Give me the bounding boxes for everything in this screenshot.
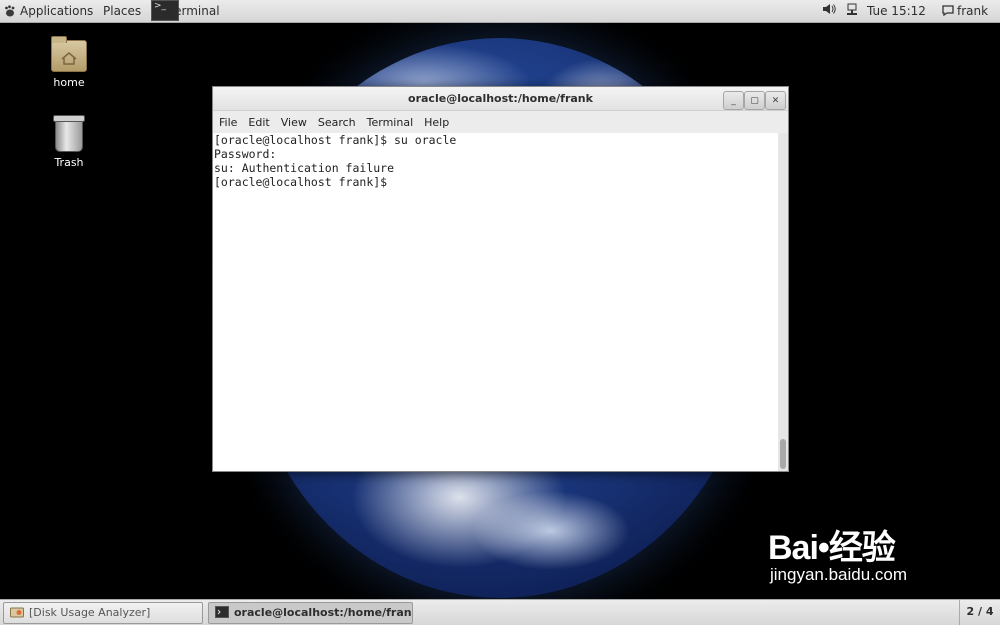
terminal-icon: [215, 606, 229, 618]
user-name: frank: [957, 4, 989, 18]
window-controls: _ ▢ ✕: [723, 88, 786, 110]
volume-icon[interactable]: [822, 3, 836, 19]
taskbar-item-label: [Disk Usage Analyzer]: [29, 606, 151, 619]
menu-help[interactable]: Help: [418, 111, 454, 129]
terminal-scrollbar[interactable]: [778, 133, 788, 471]
network-icon[interactable]: [846, 3, 858, 20]
folder-home-icon: [51, 36, 87, 72]
applications-label: Applications: [20, 4, 94, 18]
topbar-task-label: Terminal: [168, 4, 220, 18]
bottom-panel: [Disk Usage Analyzer] oracle@localhost:/…: [0, 599, 1000, 625]
gnome-foot-icon: [5, 5, 15, 17]
watermark-brand: Bai•经验: [768, 529, 896, 567]
minimize-button[interactable]: _: [723, 91, 744, 110]
disk-usage-icon: [10, 607, 24, 618]
window-title: oracle@localhost:/home/frank: [408, 92, 593, 105]
topbar-task-terminal[interactable]: >_ Terminal: [151, 0, 220, 22]
menu-file[interactable]: File: [213, 111, 242, 129]
applications-menu[interactable]: Applications: [4, 3, 93, 19]
desktop-icon-home[interactable]: home: [34, 36, 104, 89]
terminal-prompt-line: [oracle@localhost frank]$: [214, 175, 395, 189]
terminal-line: [oracle@localhost frank]$ su oracle: [214, 133, 457, 147]
workspace-switcher[interactable]: 2 / 4: [959, 600, 1000, 625]
top-panel: Applications Places >_ Terminal Tue 15:1…: [0, 0, 1000, 23]
watermark-site: jingyan.baidu.com: [770, 565, 908, 584]
desktop-icon-trash[interactable]: Trash: [34, 115, 104, 169]
terminal-menubar: File Edit View Search Terminal Help: [213, 111, 788, 133]
close-button[interactable]: ✕: [765, 91, 786, 110]
menu-terminal[interactable]: Terminal: [361, 111, 419, 129]
menu-view[interactable]: View: [275, 111, 312, 129]
clock[interactable]: Tue 15:12: [867, 3, 926, 19]
taskbar-item-disk-usage[interactable]: [Disk Usage Analyzer]: [3, 602, 203, 624]
terminal-output[interactable]: [oracle@localhost frank]$ su oracle Pass…: [213, 133, 778, 471]
terminal-line: Password:: [214, 147, 277, 161]
desktop-icon-label: Trash: [54, 156, 84, 169]
user-status-icon: [942, 5, 954, 17]
desktop-icon-label: home: [53, 76, 85, 89]
desktop: Applications Places >_ Terminal Tue 15:1…: [0, 0, 1000, 625]
taskbar-item-terminal[interactable]: oracle@localhost:/home/frank: [208, 602, 413, 624]
places-menu[interactable]: Places: [103, 3, 141, 19]
baidu-watermark: Bai•经验 jingyan.baidu.com: [768, 520, 907, 585]
window-titlebar[interactable]: oracle@localhost:/home/frank _ ▢ ✕: [213, 87, 788, 111]
maximize-button[interactable]: ▢: [744, 91, 765, 110]
trash-icon: [53, 115, 85, 152]
terminal-line: su: Authentication failure: [214, 161, 395, 175]
menu-search[interactable]: Search: [312, 111, 361, 129]
menu-edit[interactable]: Edit: [242, 111, 274, 129]
scrollbar-thumb[interactable]: [780, 439, 786, 469]
user-menu[interactable]: frank: [942, 3, 988, 19]
taskbar-item-label: oracle@localhost:/home/frank: [234, 606, 413, 619]
terminal-window[interactable]: oracle@localhost:/home/frank _ ▢ ✕ File Edi…: [212, 86, 789, 472]
